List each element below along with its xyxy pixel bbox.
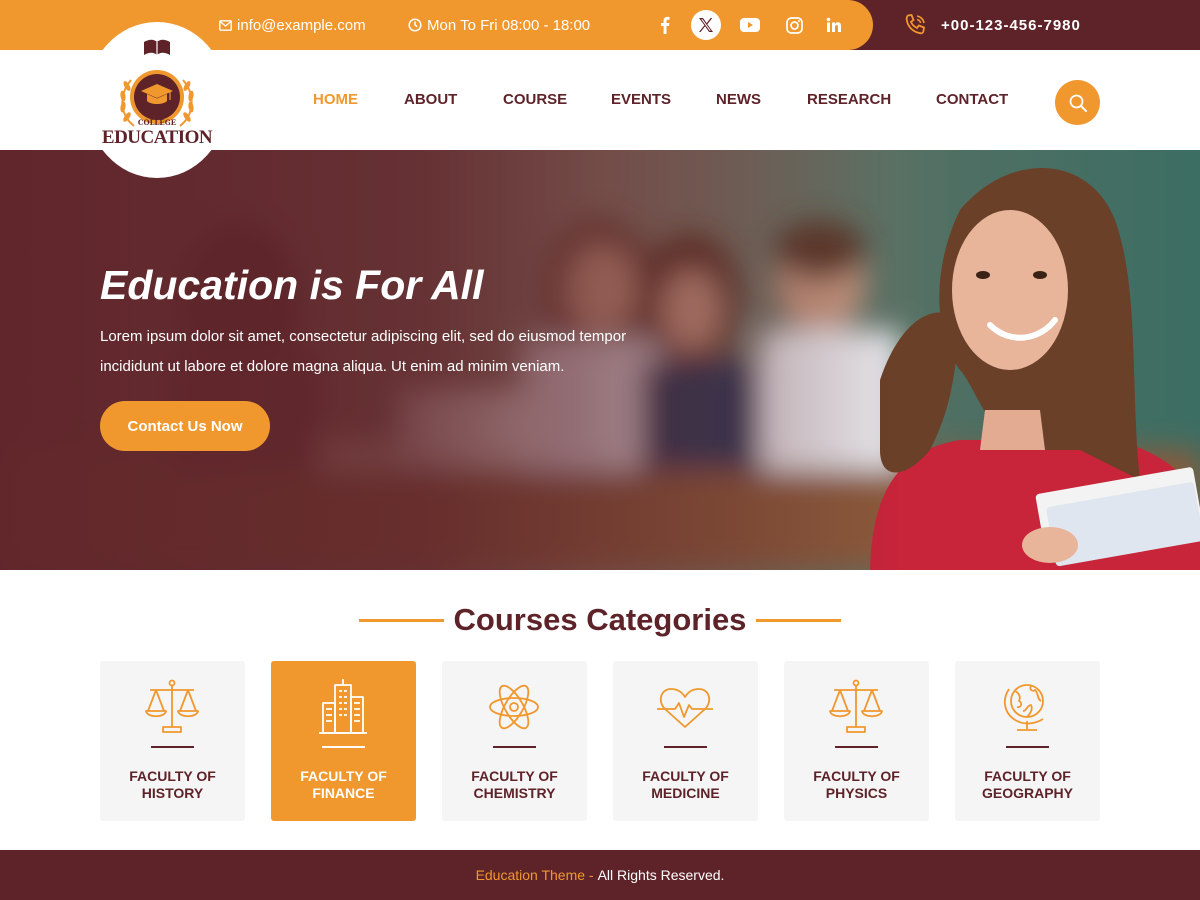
phone-icon [905,14,925,35]
youtube-link[interactable] [735,10,765,40]
courses-heading: Courses Categories [0,600,1200,640]
course-card-geography[interactable]: FACULTY OF GEOGRAPHY [955,661,1100,821]
course-card-label: FACULTY OF MEDICINE [642,768,729,801]
facebook-icon [661,16,670,34]
logo-wordmark: EDUCATION [101,127,213,148]
nav-course[interactable]: COURSE [503,50,567,150]
top-phone-number: +00-123-456-7980 [941,16,1081,34]
course-card-label: FACULTY OF FINANCE [300,768,387,801]
hero-banner: Education is For All Lorem ipsum dolor s… [0,150,1200,570]
logo-college-text: COLLEGE [137,118,177,127]
courses-title: Courses Categories [453,602,747,637]
youtube-icon [740,18,760,32]
card-divider [1006,746,1049,748]
title-line-left [358,618,444,622]
course-card-chemistry[interactable]: FACULTY OF CHEMISTRY [442,661,587,821]
card-divider [835,746,878,748]
x-twitter-link[interactable] [691,10,721,40]
nav-news[interactable]: NEWS [716,50,761,150]
card-divider [151,746,194,748]
title-line-right [756,618,842,622]
linkedin-icon [826,17,841,32]
instagram-link[interactable] [779,10,809,40]
course-card-finance[interactable]: FACULTY OF FINANCE [271,661,416,821]
x-twitter-icon [699,18,713,32]
atom-icon [484,677,544,737]
card-divider [664,746,707,748]
card-divider [322,746,365,748]
course-card-label: FACULTY OF GEOGRAPHY [981,768,1073,801]
nav-home[interactable]: HOME [313,50,358,150]
site-footer: Education Theme - All Rights Reserved. [0,850,1200,900]
site-logo[interactable]: COLLEGE EDUCATION [86,22,228,178]
facebook-link[interactable] [650,10,680,40]
course-card-label: FACULTY OF PHYSICS [813,768,900,801]
course-card-medicine[interactable]: FACULTY OF MEDICINE [613,661,758,821]
footer-copyright: All Rights Reserved. [597,867,725,883]
scales-icon [142,677,202,737]
course-card-history[interactable]: FACULTY OF HISTORY [100,661,245,821]
nav-contact[interactable]: CONTACT [936,50,1008,150]
scales-icon [826,677,886,737]
top-hours: Mon To Fri 08:00 - 18:00 [408,0,590,50]
search-button[interactable] [1055,80,1100,125]
buildings-icon [313,677,373,737]
top-email-text: info@example.com [237,16,366,34]
top-email[interactable]: info@example.com [219,0,366,50]
top-hours-text: Mon To Fri 08:00 - 18:00 [427,16,591,34]
nav-about[interactable]: ABOUT [404,50,457,150]
linkedin-link[interactable] [819,10,849,40]
nav-events[interactable]: EVENTS [611,50,671,150]
nav-research[interactable]: RESEARCH [807,50,891,150]
course-card-physics[interactable]: FACULTY OF PHYSICS [784,661,929,821]
course-card-label: FACULTY OF CHEMISTRY [471,768,558,801]
hero-title: Education is For All [100,262,484,308]
contact-us-button[interactable]: Contact Us Now [100,401,270,451]
card-divider [493,746,536,748]
course-card-label: FACULTY OF HISTORY [129,768,216,801]
top-phone[interactable]: +00-123-456-7980 [903,0,1081,50]
hero-description: Lorem ipsum dolor sit amet, consectetur … [100,328,627,375]
clock-icon [408,18,422,32]
education-emblem-icon [120,39,194,127]
instagram-icon [785,16,803,34]
search-icon [1069,94,1087,112]
heartbeat-icon [655,677,715,737]
globe-icon [997,677,1057,737]
footer-brand-link[interactable]: Education Theme - [476,867,594,883]
